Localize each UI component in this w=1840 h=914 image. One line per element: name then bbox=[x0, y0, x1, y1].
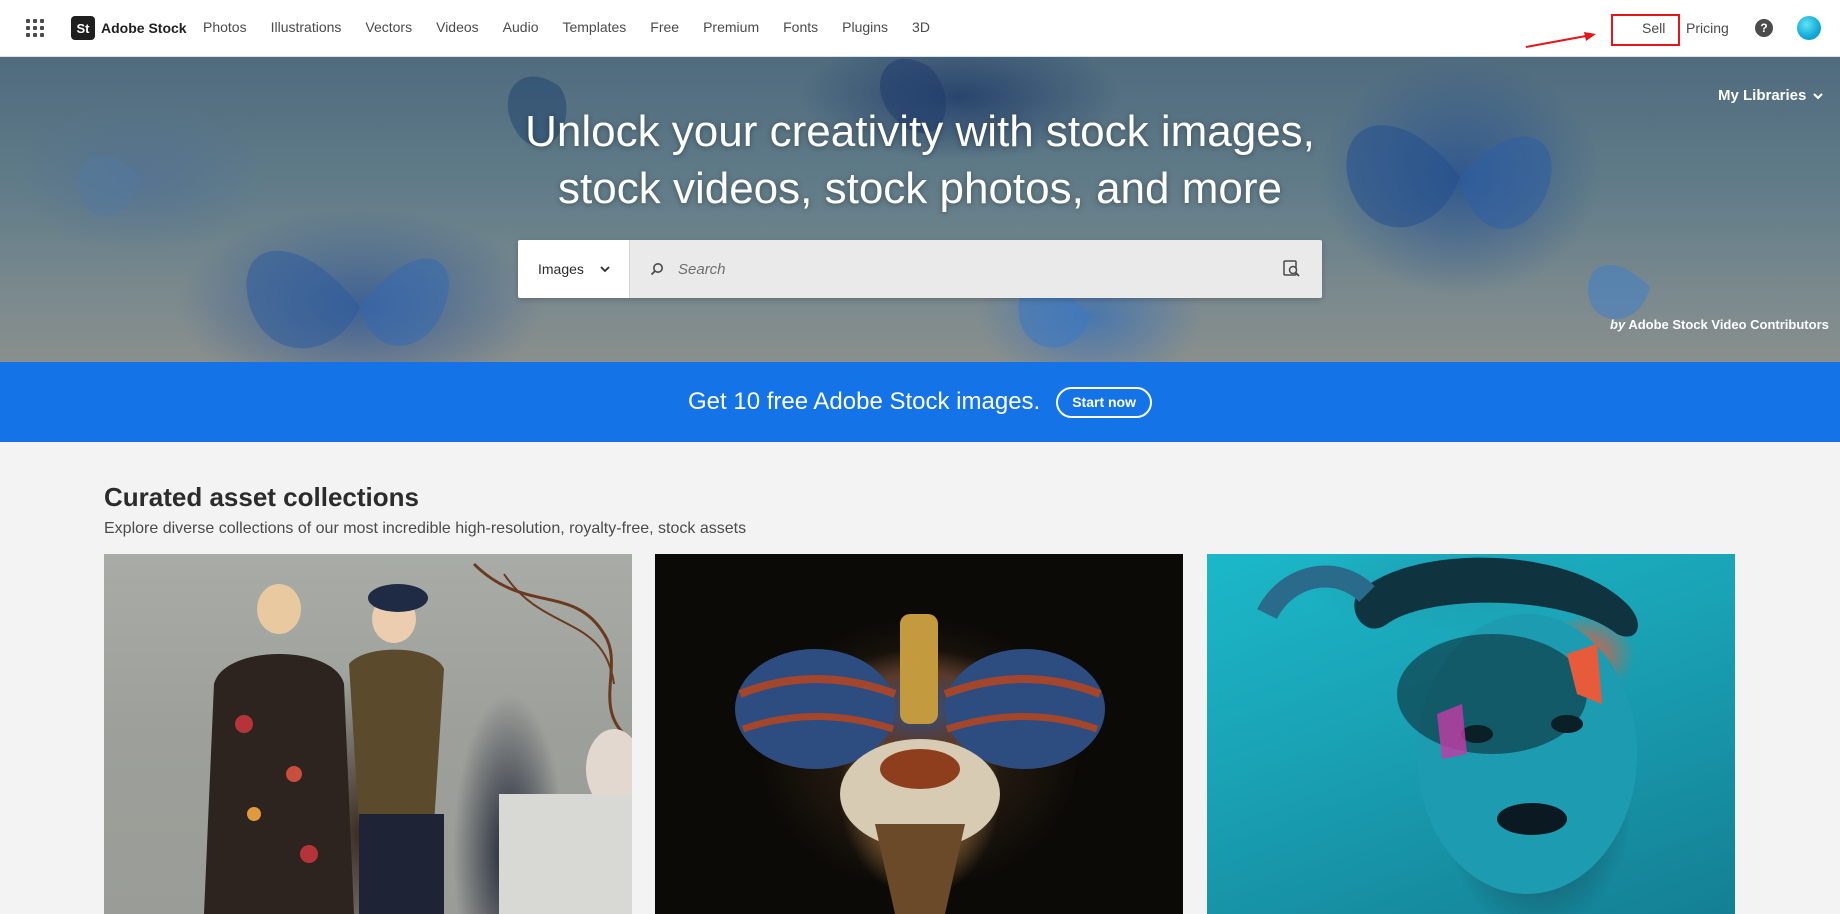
adobe-stock-logo-icon: St bbox=[71, 16, 95, 40]
collection-card-fashion[interactable] bbox=[104, 554, 632, 914]
help-icon[interactable]: ? bbox=[1755, 19, 1773, 37]
annotation-arrow-icon bbox=[1525, 32, 1596, 48]
macro-insect-image bbox=[735, 614, 1105, 914]
hero-title-line-2: stock videos, stock photos, and more bbox=[558, 164, 1282, 213]
search-bar: Images bbox=[518, 240, 1322, 298]
promo-text: Get 10 free Adobe Stock images. bbox=[688, 388, 1041, 415]
nav-plugins[interactable]: Plugins bbox=[842, 19, 888, 35]
start-now-button[interactable]: Start now bbox=[1056, 386, 1152, 418]
visual-search-icon[interactable] bbox=[1282, 259, 1302, 279]
nav-fonts[interactable]: Fonts bbox=[783, 19, 818, 35]
chevron-down-icon bbox=[1813, 92, 1824, 99]
my-libraries-button[interactable]: My Libraries bbox=[1718, 87, 1824, 104]
sell-link[interactable]: Sell bbox=[1642, 20, 1665, 36]
collection-card-macro[interactable] bbox=[655, 554, 1183, 914]
chevron-down-icon bbox=[600, 266, 610, 273]
promo-banner: Get 10 free Adobe Stock images. Start no… bbox=[0, 362, 1840, 442]
my-libraries-label: My Libraries bbox=[1718, 87, 1807, 104]
nav-audio[interactable]: Audio bbox=[503, 19, 539, 35]
asset-type-selected: Images bbox=[538, 261, 584, 277]
nav-vectors[interactable]: Vectors bbox=[365, 19, 412, 35]
fashion-collection-image bbox=[204, 562, 632, 914]
nav-3d[interactable]: 3D bbox=[912, 19, 930, 35]
credit-name[interactable]: Adobe Stock Video Contributors bbox=[1628, 317, 1829, 332]
nav-templates[interactable]: Templates bbox=[562, 19, 626, 35]
image-credit: by Adobe Stock Video Contributors bbox=[1610, 317, 1829, 332]
brand-name: Adobe Stock bbox=[101, 20, 187, 36]
hero-banner: Unlock your creativity with stock images… bbox=[0, 57, 1840, 362]
nav-videos[interactable]: Videos bbox=[436, 19, 479, 35]
neon-portrait-image bbox=[1257, 557, 1638, 894]
collections-title: Curated asset collections bbox=[104, 482, 419, 512]
search-input[interactable] bbox=[676, 259, 1276, 279]
nav-illustrations[interactable]: Illustrations bbox=[271, 19, 342, 35]
nav-free[interactable]: Free bbox=[650, 19, 679, 35]
main-nav: Photos Illustrations Vectors Videos Audi… bbox=[203, 19, 954, 35]
avatar-icon[interactable] bbox=[1797, 16, 1821, 40]
pricing-link[interactable]: Pricing bbox=[1686, 20, 1729, 36]
search-icon bbox=[650, 263, 663, 276]
collections-subtitle: Explore diverse collections of our most … bbox=[104, 520, 747, 537]
nav-photos[interactable]: Photos bbox=[203, 19, 247, 35]
collection-card-neon-portrait[interactable] bbox=[1207, 554, 1735, 914]
hero-title: Unlock your creativity with stock images… bbox=[0, 103, 1840, 217]
top-navigation-bar: St Adobe Stock Photos Illustrations Vect… bbox=[0, 0, 1840, 57]
app-switcher-icon[interactable] bbox=[24, 17, 46, 39]
hero-title-line-1: Unlock your creativity with stock images… bbox=[525, 107, 1315, 156]
credit-by: by bbox=[1610, 317, 1626, 332]
asset-type-dropdown[interactable]: Images bbox=[518, 240, 630, 298]
brand-home-link[interactable]: St Adobe Stock bbox=[71, 16, 187, 40]
nav-premium[interactable]: Premium bbox=[703, 19, 759, 35]
search-field-container bbox=[630, 240, 1322, 298]
